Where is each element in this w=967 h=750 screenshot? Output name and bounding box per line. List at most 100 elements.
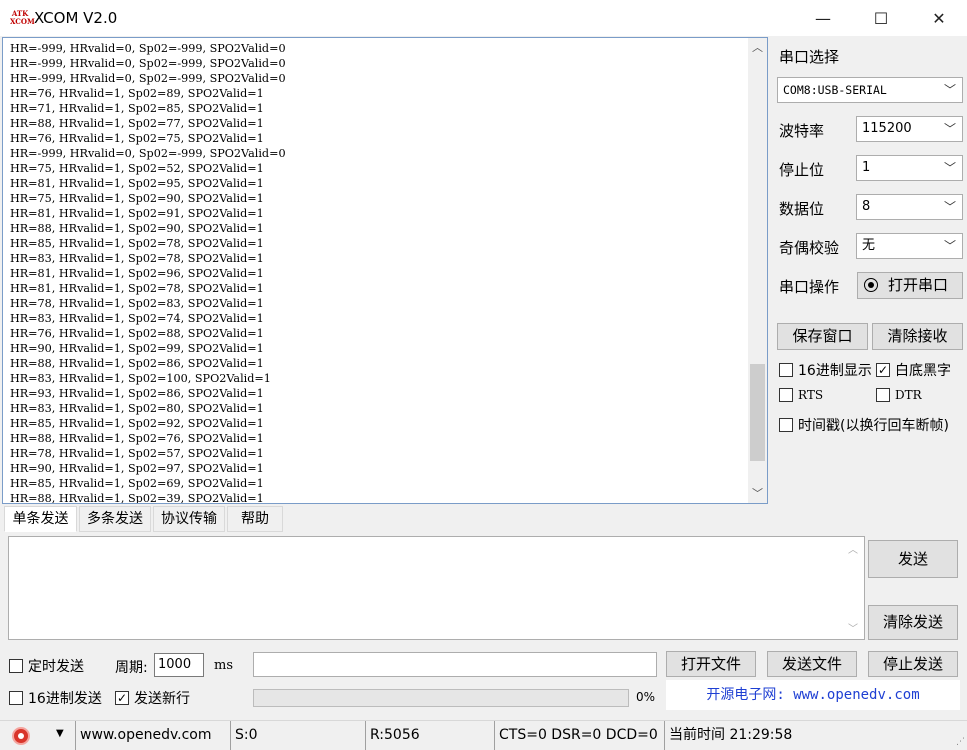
receive-line: HR=81, HRvalid=1, Sp02=95, SPO2Valid=1 [10,177,264,190]
parity-label: 奇偶校验 [779,239,840,257]
receive-line: HR=76, HRvalid=1, Sp02=88, SPO2Valid=1 [10,327,264,340]
scroll-up-icon[interactable]: ︿ [748,38,767,57]
receive-line: HR=-999, HRvalid=0, Sp02=-999, SPO2Valid… [10,72,286,85]
resize-grip-icon[interactable]: ⋰ [956,737,965,747]
settings-icon[interactable] [12,727,30,745]
receive-line: HR=75, HRvalid=1, Sp02=52, SPO2Valid=1 [10,162,264,175]
radio-icon [864,278,878,292]
receive-line: HR=85, HRvalid=1, Sp02=92, SPO2Valid=1 [10,417,264,430]
receive-line: HR=-999, HRvalid=0, Sp02=-999, SPO2Valid… [10,42,286,55]
maximize-button[interactable]: ☐ [852,0,910,36]
receive-textarea[interactable]: HR=-999, HRvalid=0, Sp02=-999, SPO2Valid… [2,37,768,504]
send-scrollbar[interactable]: ︿ ﹀ [845,539,862,637]
period-input[interactable]: 1000 [154,653,204,677]
timed-send-checkbox[interactable]: 定时发送 [9,656,84,676]
rts-checkbox[interactable]: RTS [779,388,823,402]
chevron-down-icon: ﹀ [943,239,956,253]
receive-line: HR=83, HRvalid=1, Sp02=100, SPO2Valid=1 [10,372,271,385]
status-sent-count: S:0 [230,721,363,750]
progress-percent: 0% [636,690,656,704]
stop-bits-select[interactable]: 1 ﹀ [856,155,963,181]
scroll-thumb[interactable] [750,364,765,461]
receive-line: HR=88, HRvalid=1, Sp02=86, SPO2Valid=1 [10,357,264,370]
receive-line: HR=90, HRvalid=1, Sp02=97, SPO2Valid=1 [10,462,264,475]
save-window-button[interactable]: 保存窗口 [777,323,868,350]
timestamp-checkbox[interactable]: 时间戳(以换行回车断帧) [779,415,949,435]
receive-line: HR=88, HRvalid=1, Sp02=90, SPO2Valid=1 [10,222,264,235]
promo-link[interactable]: 开源电子网: www.openedv.com [666,680,960,710]
white-bg-checkbox[interactable]: ✓ 白底黑字 [876,360,951,380]
receive-log: HR=-999, HRvalid=0, Sp02=-999, SPO2Valid… [10,41,745,504]
port-select-value: COM8:USB-SERIAL [783,83,887,97]
dtr-checkbox[interactable]: DTR [876,388,922,402]
parity-select[interactable]: 无 ﹀ [856,233,963,259]
chevron-down-icon: ﹀ [943,161,956,175]
clear-send-button[interactable]: 清除发送 [868,605,958,640]
title-bar: ATK XCOM XCOM V2.0 — ☐ ✕ [0,0,967,36]
hex-send-label: 16进制发送 [28,691,102,707]
stop-bits-value: 1 [862,160,871,175]
data-bits-select[interactable]: 8 ﹀ [856,194,963,220]
send-newline-checkbox[interactable]: ✓ 发送新行 [115,688,190,708]
send-newline-label: 发送新行 [134,691,190,707]
receive-line: HR=88, HRvalid=1, Sp02=76, SPO2Valid=1 [10,432,264,445]
scroll-down-icon[interactable]: ﹀ [748,484,767,503]
port-operation-label: 串口操作 [779,278,840,296]
receive-line: HR=83, HRvalid=1, Sp02=80, SPO2Valid=1 [10,402,264,415]
receive-line: HR=71, HRvalid=1, Sp02=85, SPO2Valid=1 [10,102,264,115]
status-website[interactable]: www.openedv.com [75,721,227,750]
tab-help[interactable]: 帮助 [227,506,283,532]
data-bits-label: 数据位 [779,200,825,218]
open-file-button[interactable]: 打开文件 [666,651,756,677]
clear-receive-button[interactable]: 清除接收 [872,323,963,350]
receive-line: HR=76, HRvalid=1, Sp02=89, SPO2Valid=1 [10,87,264,100]
stop-bits-label: 停止位 [779,161,825,179]
timed-send-label: 定时发送 [28,659,84,675]
app-logo-icon: ATK XCOM [10,9,35,26]
stop-send-button[interactable]: 停止发送 [868,651,958,677]
checkbox-checked-icon: ✓ [876,363,890,377]
receive-scrollbar[interactable]: ︿ ﹀ [748,38,767,503]
baud-rate-select[interactable]: 115200 ﹀ [856,116,963,142]
checkbox-unchecked-icon [9,659,23,673]
chevron-down-icon: ﹀ [943,122,956,136]
receive-line: HR=88, HRvalid=1, Sp02=39, SPO2Valid=1 [10,492,264,504]
parity-value: 无 [862,238,876,253]
chevron-down-icon: ﹀ [943,83,956,97]
send-textarea[interactable]: ︿ ﹀ [8,536,865,640]
send-file-button[interactable]: 发送文件 [767,651,857,677]
receive-line: HR=90, HRvalid=1, Sp02=99, SPO2Valid=1 [10,342,264,355]
scroll-down-icon[interactable]: ﹀ [848,620,858,635]
send-button[interactable]: 发送 [868,540,958,578]
file-path-input[interactable] [253,652,657,677]
status-received-count: R:5056 [365,721,492,750]
port-select[interactable]: COM8:USB-SERIAL ﹀ [777,77,963,103]
tab-multi-send[interactable]: 多条发送 [79,506,151,532]
hex-display-label: 16进制显示 [798,363,872,379]
receive-line: HR=85, HRvalid=1, Sp02=78, SPO2Valid=1 [10,237,264,250]
receive-line: HR=-999, HRvalid=0, Sp02=-999, SPO2Valid… [10,57,286,70]
receive-line: HR=93, HRvalid=1, Sp02=86, SPO2Valid=1 [10,387,264,400]
tab-protocol[interactable]: 协议传输 [153,506,225,532]
rts-label: RTS [798,388,824,402]
hex-send-checkbox[interactable]: 16进制发送 [9,688,102,708]
close-button[interactable]: ✕ [910,0,967,36]
hex-display-checkbox[interactable]: 16进制显示 [779,360,872,380]
minimize-button[interactable]: — [794,0,852,36]
receive-line: HR=81, HRvalid=1, Sp02=78, SPO2Valid=1 [10,282,264,295]
scroll-up-icon[interactable]: ︿ [848,541,858,556]
receive-line: HR=83, HRvalid=1, Sp02=74, SPO2Valid=1 [10,312,264,325]
open-port-label: 打开串口 [888,276,949,294]
checkbox-unchecked-icon [779,388,793,402]
tab-single-send[interactable]: 单条发送 [4,506,77,532]
dropdown-arrow-icon[interactable]: ▼ [56,728,64,739]
receive-line: HR=88, HRvalid=1, Sp02=77, SPO2Valid=1 [10,117,264,130]
timestamp-label: 时间戳(以换行回车断帧) [798,418,949,434]
receive-line: HR=78, HRvalid=1, Sp02=83, SPO2Valid=1 [10,297,264,310]
receive-line: HR=83, HRvalid=1, Sp02=78, SPO2Valid=1 [10,252,264,265]
receive-line: HR=81, HRvalid=1, Sp02=91, SPO2Valid=1 [10,207,264,220]
open-port-button[interactable]: 打开串口 [857,272,963,299]
period-label: 周期: [115,660,148,676]
period-unit: ms [214,658,233,673]
checkbox-checked-icon: ✓ [115,691,129,705]
